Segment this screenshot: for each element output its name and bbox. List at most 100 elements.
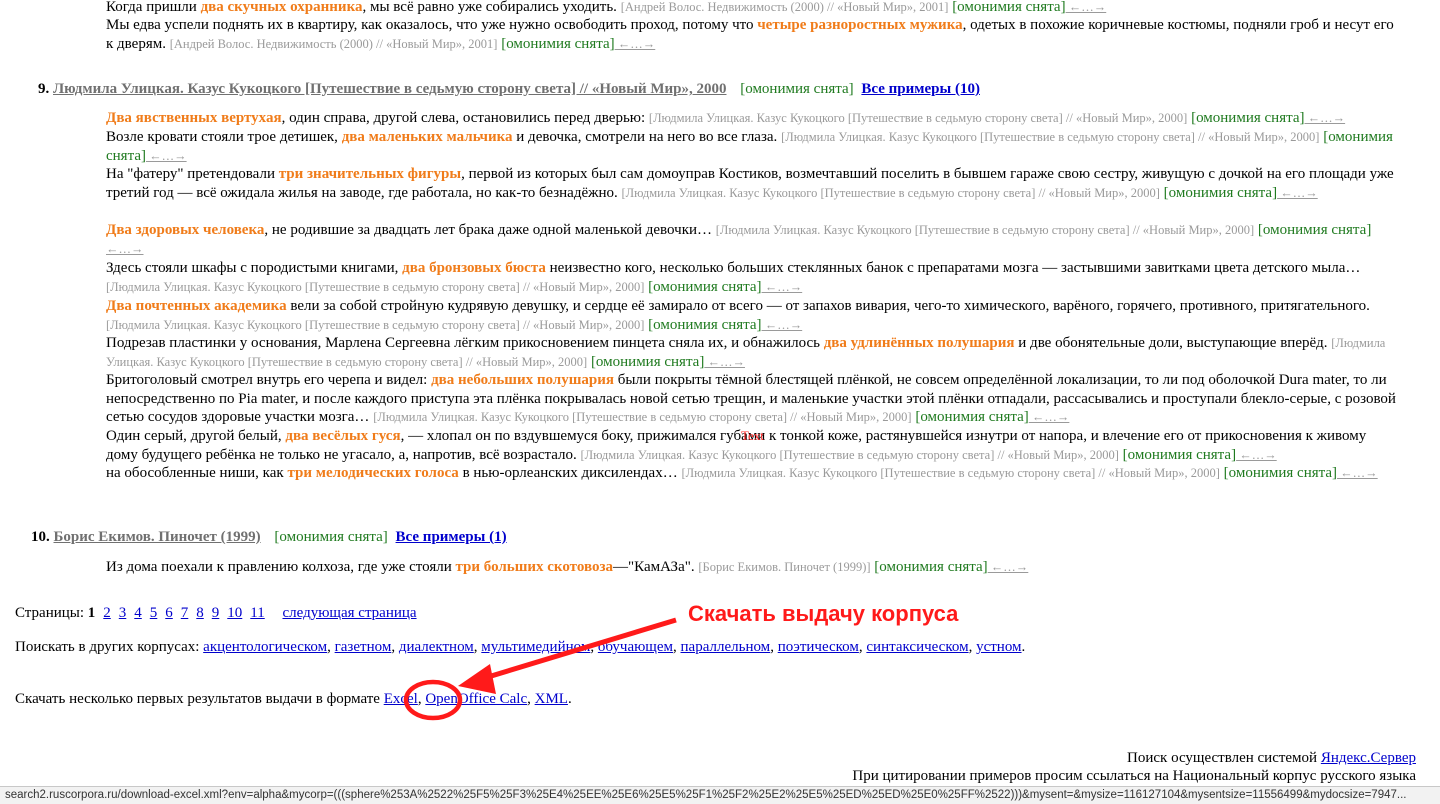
page-link-11[interactable]: 11 (250, 605, 264, 621)
snippet-text: , не родившие за двадцать лет брака даже… (264, 222, 716, 238)
corpus-link[interactable]: акцентологическом (203, 639, 327, 655)
expand-context-link[interactable]: ←…→ (1304, 111, 1346, 125)
other-corpora-label: Поискать в других корпусах: (15, 639, 200, 655)
expand-context-link[interactable]: ←…→ (762, 280, 803, 294)
corpus-link[interactable]: устном (976, 639, 1021, 655)
page-link-8[interactable]: 8 (196, 605, 204, 621)
keyword-match: три мелодических голоса (287, 465, 459, 481)
corpus-link[interactable]: диалектном (399, 639, 474, 655)
page-current: 1 (87, 605, 96, 621)
omonimia-label: [омонимия снята] (587, 353, 705, 370)
source-citation: [Людмила Улицкая. Казус Кукоцкого [Путеш… (373, 410, 912, 424)
doc-title-link[interactable]: Борис Екимов. Пиночет (1999) (54, 529, 261, 545)
snippet-text: и девочка, смотрели на него во все глаза… (512, 129, 782, 145)
snippet-text: Когда пришли (106, 0, 201, 15)
snippet-9-1: Два явственных вертухая, один справа, др… (106, 109, 1396, 128)
corpus-link[interactable]: параллельном (681, 639, 771, 655)
omonimia-label: [омонимия снята] (740, 81, 854, 97)
page-link-2[interactable]: 2 (103, 605, 111, 621)
corpus-link[interactable]: газетном (335, 639, 392, 655)
omonimia-label: [омонимия снята] (1187, 110, 1305, 126)
keyword-match: два маленьких мальчика (341, 129, 513, 145)
all-examples-link[interactable]: Все примеры (1) (396, 529, 507, 545)
snippet-text: неизвестно кого, несколько больших стекл… (545, 260, 1361, 276)
expand-context-link[interactable]: ←…→ (1337, 466, 1378, 480)
source-citation: [Людмила Улицкая. Казус Кукоцкого [Путеш… (648, 111, 1188, 125)
pagination-label: Страницы: (15, 605, 85, 621)
snippet-text: и две обонятельные доли, выступающие впе… (1014, 335, 1332, 351)
snippet-text: в нью-орлеанских диксилендах… (458, 465, 682, 481)
snippet-9-2: Возле кровати стояли трое детишек, два м… (106, 128, 1396, 165)
corpus-link[interactable]: поэтическом (778, 639, 859, 655)
snippet-top-1: Когда пришли два скучных охранника, мы в… (106, 0, 1396, 17)
page-link-4[interactable]: 4 (134, 605, 142, 621)
source-citation: [Людмила Улицкая. Казус Кукоцкого [Путеш… (580, 447, 1119, 462)
page-link-6[interactable]: 6 (165, 605, 173, 621)
page-link-9[interactable]: 9 (212, 605, 220, 621)
snippet-text: На "фатеру" претендовали (106, 166, 279, 182)
keyword-match: два удлинённых полушария (823, 335, 1015, 351)
corpus-link[interactable]: мультимедийном (481, 639, 590, 655)
yandex-server-link[interactable]: Яндекс.Сервер (1321, 750, 1416, 766)
download-openoffice-calc-link[interactable]: OpenOffice Calc (425, 691, 527, 707)
source-citation: [Людмила Улицкая. Казус Кукоцкого [Путеш… (781, 130, 1320, 144)
expand-context-link[interactable]: ←…→ (146, 149, 187, 163)
download-xml-link[interactable]: XML (535, 691, 568, 707)
status-bar-url: search2.ruscorpora.ru/download-excel.xml… (0, 786, 1440, 804)
snippet-9-6: Два почтенных академика вели за собой ст… (106, 297, 1396, 334)
omonimia-label: [омонимия снята] (1219, 465, 1338, 481)
expand-context-link[interactable]: ←…→ (762, 318, 803, 332)
expand-context-link[interactable]: ←…→ (988, 560, 1029, 574)
source-citation: [Андрей Волос. Недвижимость (2000) // «Н… (169, 36, 498, 51)
corpus-link[interactable]: синтаксическом (866, 639, 968, 655)
doc-header-9: 9. Людмила Улицкая. Казус Кукоцкого [Пут… (38, 79, 980, 99)
snippet-9-5: Здесь стояли шкафы с породистыми книгами… (106, 259, 1396, 296)
page-link-7[interactable]: 7 (181, 605, 189, 621)
doc-title-link[interactable]: Людмила Улицкая. Казус Кукоцкого [Путеше… (53, 81, 726, 97)
snippet-9-4: Два здоровых человека, не родившие за дв… (106, 221, 1396, 258)
snippet-10-1: Из дома поехали к правлению колхоза, где… (106, 558, 1396, 577)
download-label: Скачать несколько первых результатов выд… (15, 691, 380, 707)
corpus-link[interactable]: обучающем (598, 639, 673, 655)
footer-citation: При цитировании примеров просим ссылатьс… (852, 768, 1416, 784)
expand-context-link[interactable]: ←…→ (704, 355, 745, 369)
doc-number: 10. (31, 529, 50, 545)
expand-context-link[interactable]: ←…→ (1277, 186, 1318, 200)
keyword-match: три больших скотовоза (455, 559, 614, 575)
annotation-label: Скачать выдачу корпуса (688, 601, 959, 626)
omonimia-label: [омонимия снята] (644, 316, 762, 333)
all-examples-link[interactable]: Все примеры (10) (861, 81, 980, 97)
keyword-match: три значительных фигуры (278, 166, 462, 182)
snippet-text: , мы всё равно уже собирались уходить. (362, 0, 621, 15)
download-row: Скачать несколько первых результатов выд… (15, 691, 572, 707)
keyword-match: два весёлых гуся (285, 428, 401, 444)
expand-context-link[interactable]: ←…→ (1029, 410, 1070, 424)
next-page-link[interactable]: следующая страница (282, 605, 416, 621)
snippet-top-2: Мы едва успели поднять их в квартиру, ка… (106, 16, 1396, 53)
snippet-text: —"КамАЗа". (613, 559, 699, 575)
download-excel-link[interactable]: Excel (384, 691, 418, 707)
pagination: Страницы: 1 2 3 4 5 6 7 8 9 10 11 следующая страни… (15, 603, 425, 623)
omonimia-label: [омонимия снята] (911, 409, 1029, 425)
page-link-10[interactable]: 10 (227, 605, 242, 621)
snippet-9-8: Бритоголовый смотрел внутрь его черепа и… (106, 371, 1396, 427)
snippet-text: на обособленные ниши, как (106, 465, 288, 481)
omonimia-label: [омонимия снята] (948, 0, 1066, 15)
snippet-9-7: Подрезав пластинки у основания, Марлена … (106, 334, 1396, 371)
keyword-match: Два почтенных академика (106, 298, 287, 314)
keyword-match: Два явственных вертухая (106, 110, 282, 126)
page-link-5[interactable]: 5 (150, 605, 158, 621)
keyword-match: два небольших полушария (431, 372, 614, 388)
expand-context-link[interactable]: ←…→ (106, 242, 144, 256)
snippet-text: Мы едва успели поднять их в квартиру, ка… (106, 17, 758, 33)
snippet-text: Здесь стояли шкафы с породистыми книгами… (106, 260, 403, 276)
snippet-text: Один серый, другой белый, (106, 428, 286, 444)
doc-header-10: 10. Борис Екимов. Пиночет (1999) [омоним… (31, 527, 507, 547)
snippet-text: Подрезав пластинки у основания, Марлена … (106, 335, 824, 351)
page-link-3[interactable]: 3 (119, 605, 127, 621)
expand-context-link[interactable]: ←…→ (1236, 448, 1277, 462)
expand-context-link[interactable]: ←…→ (1066, 0, 1107, 14)
snippet-9-10: на обособленные ниши, как три мелодическ… (106, 464, 1396, 483)
source-citation: [Людмила Улицкая. Казус Кукоцкого [Путеш… (715, 223, 1255, 237)
expand-context-link[interactable]: ←…→ (615, 37, 656, 51)
